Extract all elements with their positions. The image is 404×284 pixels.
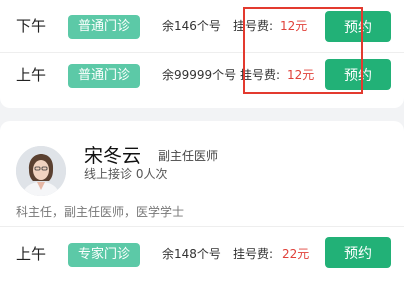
doctor-avatar[interactable] [16,146,66,196]
doctor-title: 副主任医师 [158,149,219,163]
remaining-count: 余146个号 [162,19,221,33]
schedule-card: 下午 普通门诊 余146个号 挂号费: 12元 预约 上午 普通门诊 余9999… [0,0,404,108]
slot-period: 上午 [16,245,47,263]
clinic-type-tag: 专家门诊 [68,243,141,267]
schedule-slot-row: 上午 专家门诊 余148个号 挂号费: 22元 预约 [0,232,404,276]
fee-amount: 22元 [282,247,310,261]
slot-period: 下午 [16,17,47,35]
book-button[interactable]: 预约 [325,237,391,268]
doctor-intro: 科主任，副主任医师，医学学士 [16,205,185,219]
row-divider [0,226,404,227]
doctor-avatar-icon [16,146,66,196]
clinic-type-tag: 普通门诊 [68,64,141,88]
fee-label: 挂号费: [233,247,274,261]
consult-count: 线上接诊 0人次 [84,167,168,181]
remaining-count: 余99999个号 [162,68,237,82]
clinic-type-tag: 普通门诊 [68,15,141,39]
remaining-count: 余148个号 [162,247,221,261]
doctor-name: 宋冬云 [84,145,142,167]
highlight-box [243,7,363,94]
slot-period: 上午 [16,66,47,84]
